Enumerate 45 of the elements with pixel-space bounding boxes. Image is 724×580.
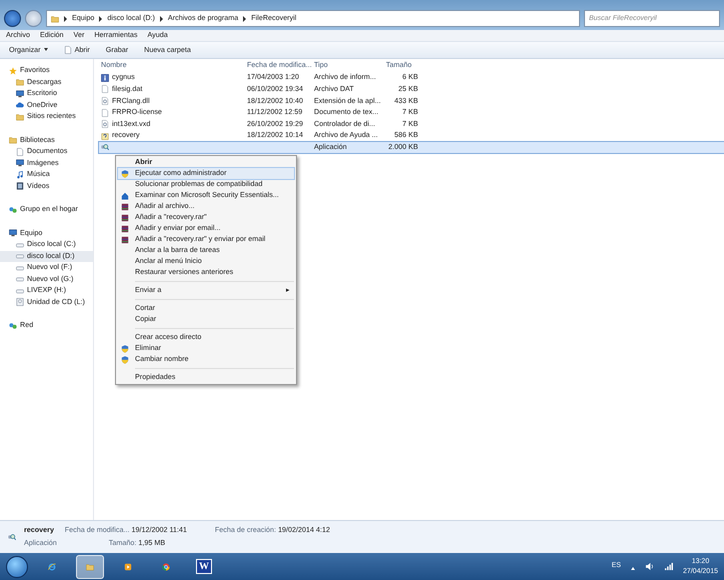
word-icon: W <box>196 559 212 574</box>
shield-icon <box>121 344 129 352</box>
document-icon <box>16 148 24 156</box>
back-button[interactable] <box>4 10 21 27</box>
house-icon <box>121 192 129 200</box>
magnifier-drive-icon <box>8 533 16 541</box>
browser-icon <box>48 562 56 570</box>
taskbar-app-button[interactable]: W <box>190 554 218 578</box>
monitor-icon <box>9 229 17 238</box>
network-icon <box>9 206 17 214</box>
info-icon <box>101 74 109 82</box>
forward-button[interactable] <box>25 10 42 27</box>
file-icon <box>101 85 109 94</box>
folder-icon <box>51 14 59 22</box>
shield-icon <box>121 356 129 364</box>
speaker-icon[interactable] <box>644 562 654 571</box>
books-icon <box>121 236 129 244</box>
cd-drive-icon <box>16 298 24 306</box>
settings-file-icon <box>101 96 109 105</box>
file-icon <box>101 108 109 117</box>
taskbar-app-button[interactable] <box>76 554 104 578</box>
folder-icon <box>16 78 24 86</box>
books-icon <box>121 202 129 210</box>
shield-icon <box>121 170 129 178</box>
play-icon <box>124 562 132 570</box>
monitor-icon <box>16 90 24 98</box>
books-icon <box>121 214 129 222</box>
books-icon <box>121 224 129 232</box>
star-icon <box>9 66 17 75</box>
start-button[interactable] <box>6 556 28 578</box>
cloud-icon <box>16 101 24 110</box>
folder-icon <box>86 562 94 570</box>
help-file-icon <box>101 132 109 140</box>
document-icon <box>64 46 72 54</box>
network-icon <box>9 322 17 330</box>
chrome-icon <box>162 562 170 570</box>
magnifier-drive-icon <box>101 143 109 152</box>
caret-icon <box>44 48 48 52</box>
film-icon <box>16 182 24 190</box>
music-note-icon <box>16 170 24 179</box>
folder-icon <box>16 112 24 121</box>
monitor-icon <box>16 159 24 168</box>
settings-file-icon <box>101 120 109 128</box>
folder-icon <box>9 136 17 144</box>
signal-icon[interactable] <box>664 562 673 571</box>
